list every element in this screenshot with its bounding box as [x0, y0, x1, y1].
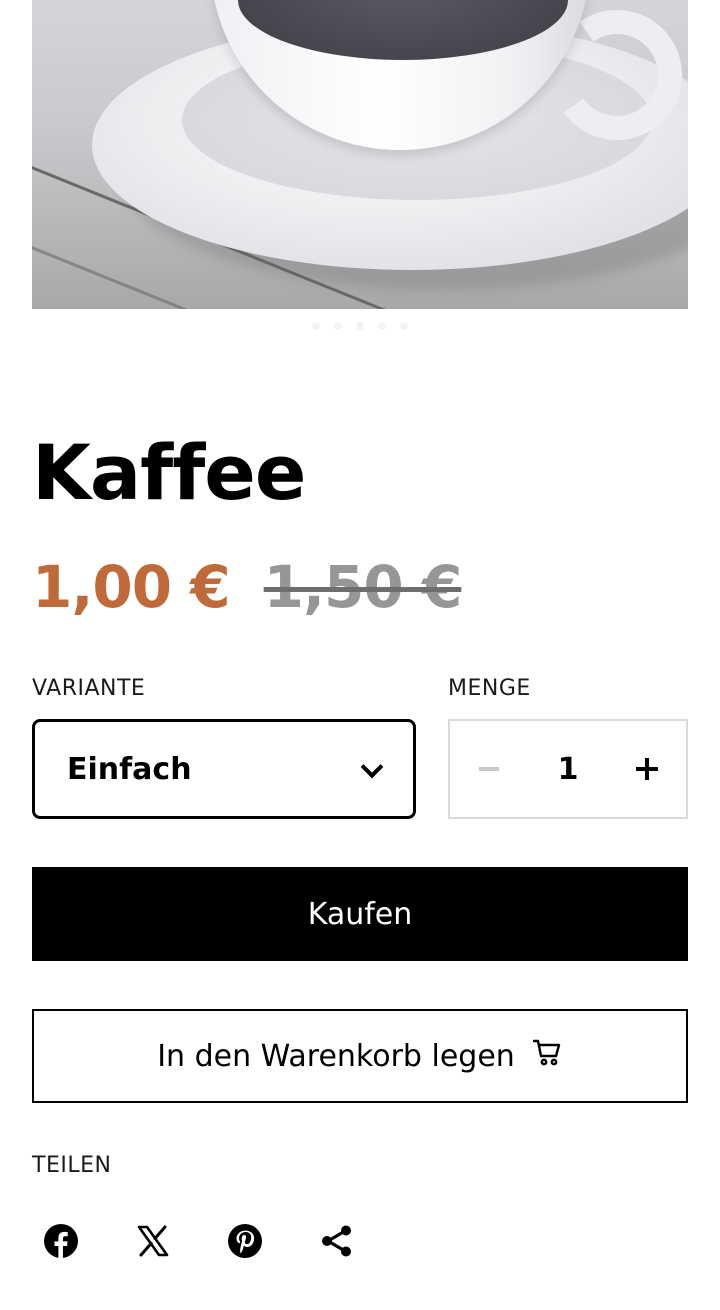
gallery-dot[interactable]: [400, 322, 408, 330]
add-to-cart-label: In den Warenkorb legen: [157, 1038, 515, 1074]
share-label: TEILEN: [32, 1153, 112, 1178]
chevron-down-icon: [359, 757, 383, 781]
quantity-decrease-button[interactable]: [450, 721, 529, 817]
product-title: Kaffee: [32, 428, 306, 517]
quantity-value[interactable]: 1: [529, 752, 608, 787]
cart-icon: [531, 1036, 563, 1076]
sale-price: 1,00 €: [32, 553, 231, 621]
compare-price: 1,50 €: [263, 553, 463, 621]
quantity-increase-button[interactable]: [607, 721, 686, 817]
variant-selected-value: Einfach: [67, 751, 192, 787]
minus-icon: [479, 767, 500, 771]
price-row: 1,00 € 1,50 €: [32, 553, 463, 621]
quantity-stepper[interactable]: 1: [448, 719, 688, 819]
buy-button-label: Kaufen: [307, 896, 413, 932]
pinterest-icon[interactable]: [226, 1222, 264, 1260]
share-icon[interactable]: [318, 1222, 356, 1260]
buy-button[interactable]: Kaufen: [32, 867, 688, 961]
product-image[interactable]: [32, 0, 688, 309]
gallery-dots[interactable]: [240, 322, 480, 330]
variant-label: VARIANTE: [32, 676, 146, 701]
gallery-dot[interactable]: [378, 322, 386, 330]
add-to-cart-button[interactable]: In den Warenkorb legen: [32, 1009, 688, 1103]
facebook-icon[interactable]: [42, 1222, 80, 1260]
gallery-dot[interactable]: [356, 322, 364, 330]
x-icon[interactable]: [134, 1222, 172, 1260]
variant-select[interactable]: Einfach: [32, 719, 416, 819]
gallery-dot[interactable]: [312, 322, 320, 330]
share-icons: [42, 1222, 356, 1260]
quantity-label: MENGE: [448, 676, 531, 701]
plus-icon: [635, 758, 658, 780]
gallery-dot[interactable]: [334, 322, 342, 330]
